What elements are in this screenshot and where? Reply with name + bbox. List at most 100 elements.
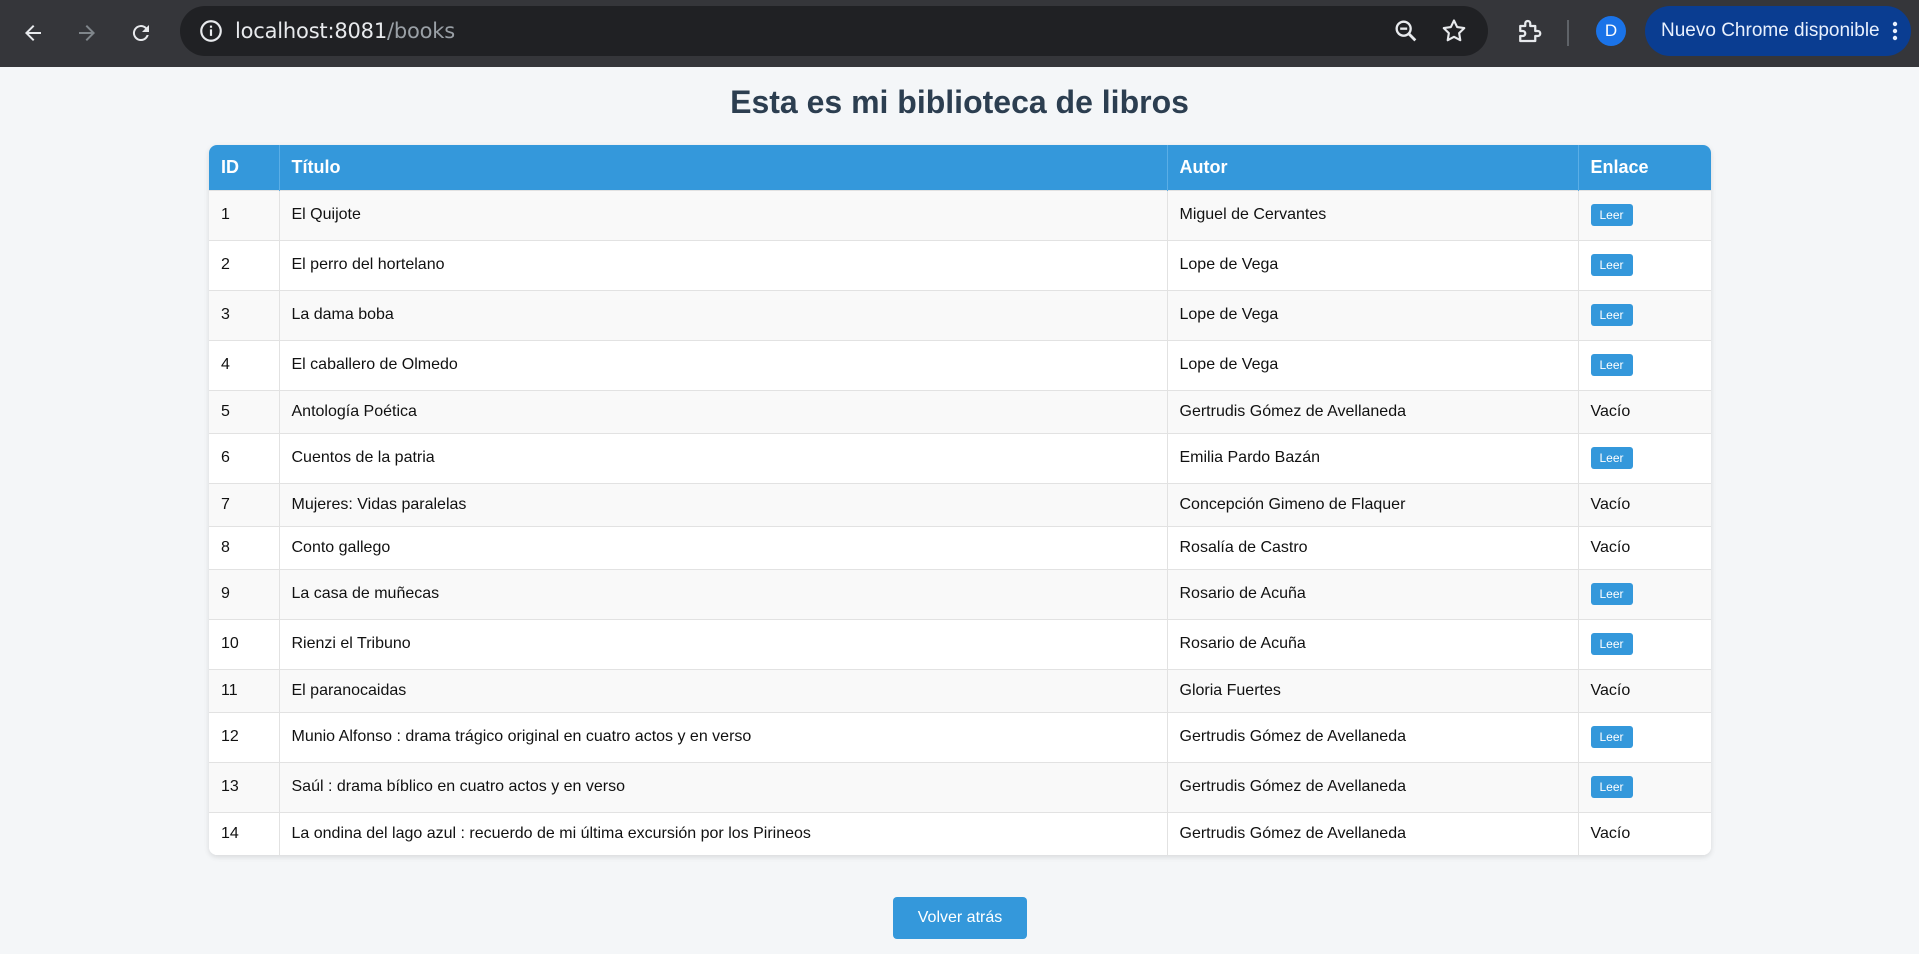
cell-title: Munio Alfonso : drama trágico original e… bbox=[279, 711, 1168, 762]
cell-id: 6 bbox=[209, 432, 280, 483]
extensions-icon[interactable] bbox=[1514, 16, 1544, 46]
url-host: localhost:8081 bbox=[235, 19, 387, 43]
read-button[interactable]: Leer bbox=[1590, 447, 1633, 469]
cell-id: 1 bbox=[209, 189, 280, 240]
cell-author: Gertrudis Gómez de Avellaneda bbox=[1167, 761, 1579, 812]
empty-link-text: Vacío bbox=[1590, 538, 1631, 556]
cell-id: 2 bbox=[209, 239, 280, 290]
address-bar[interactable]: localhost:8081/books bbox=[180, 6, 1488, 56]
table-row: 6 Cuentos de la patria Emilia Pardo Bazán L… bbox=[209, 432, 1711, 483]
cell-link: Leer bbox=[1578, 239, 1711, 290]
cell-link: Leer bbox=[1578, 618, 1711, 669]
cell-link: Vacío bbox=[1578, 482, 1711, 526]
back-button[interactable]: Volver atrás bbox=[893, 897, 1027, 939]
cell-title: El Quijote bbox=[279, 189, 1168, 240]
empty-link-text: Vacío bbox=[1590, 495, 1631, 513]
cell-author: Concepción Gimeno de Flaquer bbox=[1167, 482, 1579, 526]
table-header-row: ID Título Autor Enlace bbox=[209, 145, 1711, 190]
cell-title: Conto gallego bbox=[279, 525, 1168, 569]
cell-link: Vacío bbox=[1578, 668, 1711, 712]
cell-author: Gertrudis Gómez de Avellaneda bbox=[1167, 711, 1579, 762]
cell-id: 3 bbox=[209, 289, 280, 340]
cell-link: Vacío bbox=[1578, 525, 1711, 569]
forward-arrow-icon[interactable] bbox=[68, 14, 106, 52]
site-info-icon[interactable] bbox=[198, 18, 224, 44]
table-row: 2 El perro del hortelano Lope de Vega Leer bbox=[209, 239, 1711, 290]
read-button[interactable]: Leer bbox=[1590, 776, 1633, 798]
update-label: Nuevo Chrome disponible bbox=[1661, 20, 1880, 41]
cell-id: 9 bbox=[209, 568, 280, 619]
table-row: 9 La casa de muñecas Rosario de Acuña Leer bbox=[209, 568, 1711, 619]
table-row: 12 Munio Alfonso : drama trágico original… bbox=[209, 711, 1711, 762]
cell-author: Gertrudis Gómez de Avellaneda bbox=[1167, 389, 1579, 433]
table-body: 1 El Quijote Miguel de Cervantes Leer 2 El pe… bbox=[209, 189, 1711, 855]
profile-avatar[interactable]: D bbox=[1596, 16, 1626, 46]
table-row: 11 El paranocaidas Gloria Fuertes Vacío bbox=[209, 668, 1711, 712]
table-row: 1 El Quijote Miguel de Cervantes Leer bbox=[209, 189, 1711, 240]
cell-link: Vacío bbox=[1578, 389, 1711, 433]
browser-toolbar: localhost:8081/books D Nuevo Chrome disp… bbox=[0, 0, 1919, 67]
cell-author: Lope de Vega bbox=[1167, 339, 1579, 390]
table-row: 14 La ondina del lago azul : recuerdo de … bbox=[209, 811, 1711, 855]
zoom-icon[interactable] bbox=[1392, 17, 1420, 45]
cell-link: Leer bbox=[1578, 289, 1711, 340]
more-menu-icon[interactable] bbox=[1889, 19, 1901, 43]
cell-author: Lope de Vega bbox=[1167, 239, 1579, 290]
cell-title: Mujeres: Vidas paralelas bbox=[279, 482, 1168, 526]
cell-title: La casa de muñecas bbox=[279, 568, 1168, 619]
bookmark-star-icon[interactable] bbox=[1440, 17, 1468, 45]
read-button[interactable]: Leer bbox=[1590, 204, 1633, 226]
cell-author: Emilia Pardo Bazán bbox=[1167, 432, 1579, 483]
cell-title: El caballero de Olmedo bbox=[279, 339, 1168, 390]
read-button[interactable]: Leer bbox=[1590, 254, 1633, 276]
read-button[interactable]: Leer bbox=[1590, 304, 1633, 326]
cell-author: Gloria Fuertes bbox=[1167, 668, 1579, 712]
cell-author: Miguel de Cervantes bbox=[1167, 189, 1579, 240]
cell-title: Cuentos de la patria bbox=[279, 432, 1168, 483]
table-row: 3 La dama boba Lope de Vega Leer bbox=[209, 289, 1711, 340]
read-button[interactable]: Leer bbox=[1590, 354, 1633, 376]
empty-link-text: Vacío bbox=[1590, 402, 1631, 420]
cell-link: Leer bbox=[1578, 568, 1711, 619]
header-id: ID bbox=[209, 145, 280, 190]
table-row: 7 Mujeres: Vidas paralelas Concepción Gime… bbox=[209, 482, 1711, 526]
cell-id: 12 bbox=[209, 711, 280, 762]
url-text: localhost:8081/books bbox=[235, 6, 455, 56]
cell-author: Gertrudis Gómez de Avellaneda bbox=[1167, 811, 1579, 855]
header-author: Autor bbox=[1167, 145, 1579, 190]
cell-link: Vacío bbox=[1578, 811, 1711, 855]
cell-id: 8 bbox=[209, 525, 280, 569]
cell-author: Lope de Vega bbox=[1167, 289, 1579, 340]
table-row: 8 Conto gallego Rosalía de Castro Vacío bbox=[209, 525, 1711, 569]
cell-author: Rosario de Acuña bbox=[1167, 568, 1579, 619]
cell-author: Rosario de Acuña bbox=[1167, 618, 1579, 669]
header-title: Título bbox=[279, 145, 1168, 190]
cell-link: Leer bbox=[1578, 761, 1711, 812]
chrome-update-button[interactable]: Nuevo Chrome disponible bbox=[1645, 6, 1911, 56]
read-button[interactable]: Leer bbox=[1590, 726, 1633, 748]
cell-id: 5 bbox=[209, 389, 280, 433]
url-path: /books bbox=[386, 19, 455, 43]
empty-link-text: Vacío bbox=[1590, 681, 1631, 699]
cell-title: El perro del hortelano bbox=[279, 239, 1168, 290]
reload-icon[interactable] bbox=[122, 14, 160, 52]
cell-title: La ondina del lago azul : recuerdo de mi… bbox=[279, 811, 1168, 855]
read-button[interactable]: Leer bbox=[1590, 583, 1633, 605]
cell-link: Leer bbox=[1578, 339, 1711, 390]
cell-id: 4 bbox=[209, 339, 280, 390]
table-row: 4 El caballero de Olmedo Lope de Vega Leer bbox=[209, 339, 1711, 390]
cell-id: 14 bbox=[209, 811, 280, 855]
cell-id: 13 bbox=[209, 761, 280, 812]
cell-id: 10 bbox=[209, 618, 280, 669]
cell-link: Leer bbox=[1578, 432, 1711, 483]
cell-id: 11 bbox=[209, 668, 280, 712]
table-row: 5 Antología Poética Gertrudis Gómez de Ave… bbox=[209, 389, 1711, 433]
cell-title: Antología Poética bbox=[279, 389, 1168, 433]
back-arrow-icon[interactable] bbox=[14, 14, 52, 52]
cell-id: 7 bbox=[209, 482, 280, 526]
read-button[interactable]: Leer bbox=[1590, 633, 1633, 655]
empty-link-text: Vacío bbox=[1590, 824, 1631, 842]
table-row: 13 Saúl : drama bíblico en cuatro actos y… bbox=[209, 761, 1711, 812]
toolbar-divider bbox=[1567, 20, 1569, 46]
table-row: 10 Rienzi el Tribuno Rosario de Acuña Leer bbox=[209, 618, 1711, 669]
